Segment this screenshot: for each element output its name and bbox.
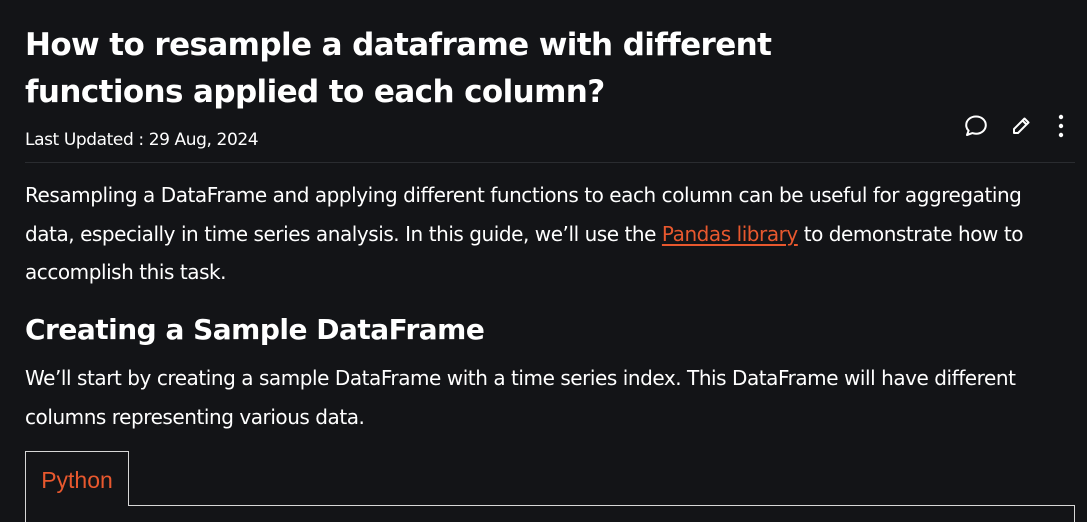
last-updated: Last Updated : 29 Aug, 2024 xyxy=(25,130,259,150)
code-tab-python[interactable]: Python xyxy=(25,451,129,506)
section-paragraph: We’ll start by creating a sample DataFra… xyxy=(25,366,1016,429)
comment-icon xyxy=(965,115,987,136)
edit-button[interactable] xyxy=(1007,112,1035,140)
comment-button[interactable] xyxy=(962,112,990,140)
pandas-library-link[interactable]: Pandas library xyxy=(662,222,798,246)
more-options-button[interactable] xyxy=(1047,112,1075,140)
article-title: How to resample a dataframe with differe… xyxy=(25,27,772,110)
section-heading: Creating a Sample DataFrame xyxy=(25,313,485,346)
more-vertical-icon xyxy=(1058,114,1064,138)
code-block xyxy=(25,505,1075,522)
header-divider xyxy=(25,162,1075,163)
article: How to resample a dataframe with differe… xyxy=(25,0,1075,522)
edit-icon xyxy=(1013,117,1030,134)
article-actions xyxy=(962,112,1075,140)
intro-paragraph: Resampling a DataFrame and applying diff… xyxy=(25,176,1075,292)
